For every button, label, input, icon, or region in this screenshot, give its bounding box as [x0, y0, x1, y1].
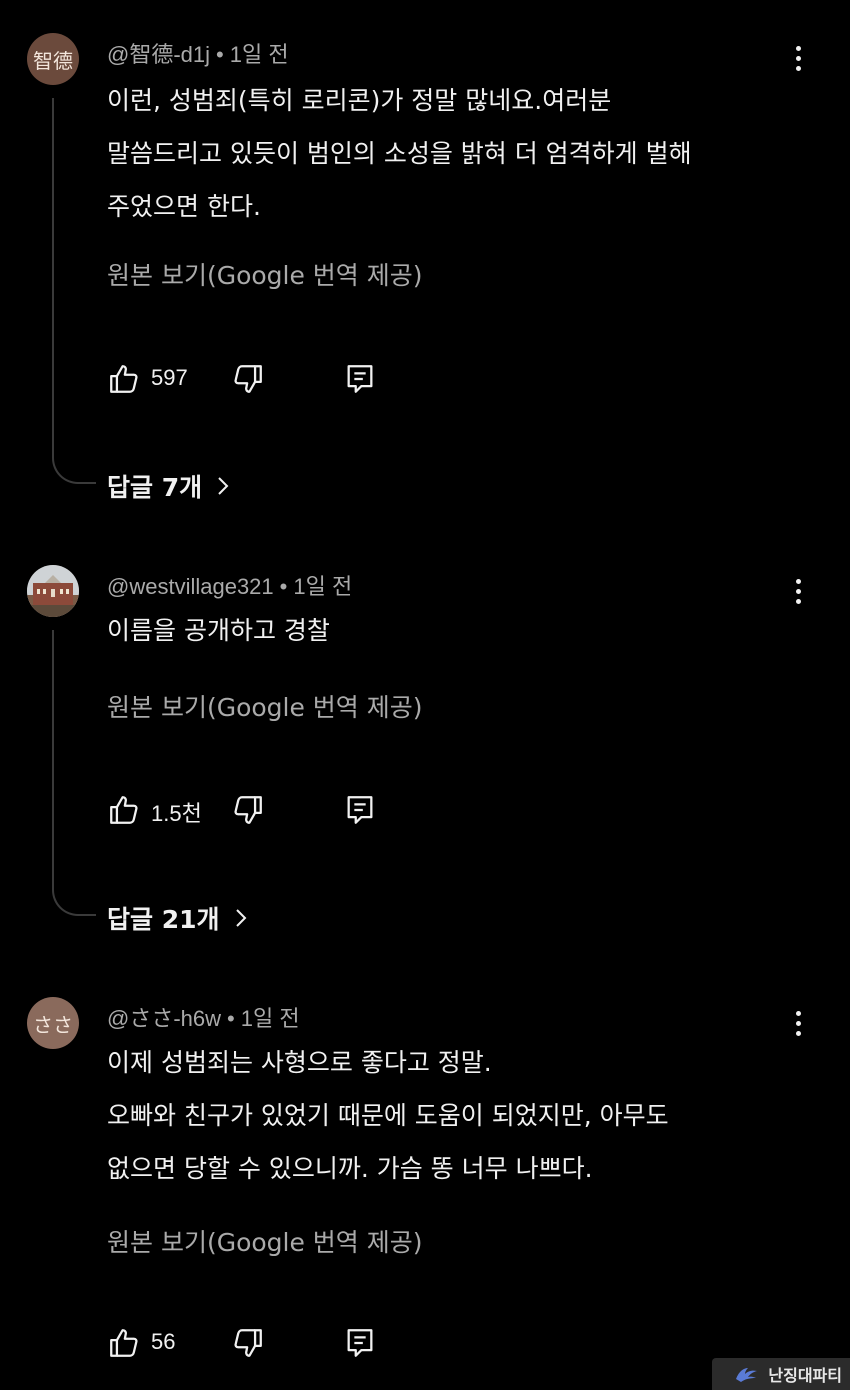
comment-actions: 1.5천	[107, 793, 407, 833]
comment-actions: 597	[107, 362, 407, 402]
comment-meta: @ささ-h6w • 1일 전	[107, 1001, 300, 1033]
replies-label: 답글 7개	[107, 473, 203, 502]
comment-text-line: 주었으면 한다.	[107, 192, 261, 221]
thread-connector	[52, 630, 96, 916]
reply-icon[interactable]	[343, 1326, 377, 1360]
comment-text-line: 이제 성범죄는 사형으로 좋다고 정말.	[107, 1048, 492, 1077]
author-handle[interactable]: @ささ-h6w	[107, 1006, 221, 1031]
comment-actions: 56	[107, 1326, 407, 1366]
comment-text-line: 이런, 성범죄(특히 로리콘)가 정말 많네요.여러분	[107, 86, 612, 115]
dot-separator: •	[227, 1006, 235, 1031]
see-original-link[interactable]: 원본 보기(Google 번역 제공)	[107, 688, 423, 724]
thread-connector	[52, 98, 96, 484]
like-icon[interactable]	[107, 1326, 141, 1360]
comment-text-line: 오빠와 친구가 있었기 때문에 도움이 되었지만, 아무도	[107, 1101, 669, 1130]
building-photo-icon	[27, 565, 79, 617]
like-icon[interactable]	[107, 793, 141, 827]
like-icon[interactable]	[107, 362, 141, 396]
reply-icon[interactable]	[343, 362, 377, 396]
comment-text-line: 이름을 공개하고 경찰	[107, 616, 330, 645]
dislike-icon[interactable]	[231, 362, 265, 396]
comment-text: 이제 성범죄는 사형으로 좋다고 정말. 오빠와 친구가 있었기 때문에 도움이…	[107, 1036, 807, 1195]
dislike-icon[interactable]	[231, 1326, 265, 1360]
author-handle[interactable]: @智德-d1j	[107, 42, 210, 67]
avatar[interactable]: ささ	[27, 997, 79, 1049]
replies-label: 답글 21개	[107, 905, 220, 934]
comment-text-line: 말씀드리고 있듯이 범인의 소성을 밝혀 더 엄격하게 벌해	[107, 139, 692, 168]
comment-text-line: 없으면 당할 수 있으니까. 가슴 똥 너무 나쁘다.	[107, 1154, 593, 1183]
watermark-text: 난징대파티	[768, 1366, 842, 1385]
comment-text: 이런, 성범죄(특히 로리콘)가 정말 많네요.여러분 말씀드리고 있듯이 범인…	[107, 74, 807, 233]
chevron-right-icon	[218, 477, 229, 495]
avatar[interactable]: 智德	[27, 33, 79, 85]
like-count: 56	[151, 1329, 176, 1354]
reply-icon[interactable]	[343, 793, 377, 827]
comment-time: 1일 전	[240, 1006, 300, 1031]
comment-time: 1일 전	[229, 42, 289, 67]
dislike-icon[interactable]	[231, 793, 265, 827]
chevron-right-icon	[235, 909, 246, 927]
like-count: 1.5천	[151, 801, 202, 826]
watermark: 난징대파티	[712, 1358, 850, 1390]
see-original-link[interactable]: 원본 보기(Google 번역 제공)	[107, 256, 423, 292]
view-replies-button[interactable]: 답글 7개	[107, 468, 230, 504]
watermark-logo-icon	[736, 1368, 758, 1382]
like-count: 597	[151, 365, 188, 390]
comment-meta: @智德-d1j • 1일 전	[107, 37, 289, 69]
dot-separator: •	[279, 574, 288, 599]
comment-time: 1일 전	[293, 574, 353, 599]
more-options-icon[interactable]	[784, 38, 812, 78]
view-replies-button[interactable]: 답글 21개	[107, 900, 248, 936]
see-original-link[interactable]: 원본 보기(Google 번역 제공)	[107, 1223, 423, 1259]
author-handle[interactable]: @westvillage321	[107, 574, 274, 599]
dot-separator: •	[216, 42, 224, 67]
avatar[interactable]	[27, 565, 79, 617]
comment-text: 이름을 공개하고 경찰	[107, 604, 807, 657]
comment-meta: @westvillage321 • 1일 전	[107, 569, 352, 601]
